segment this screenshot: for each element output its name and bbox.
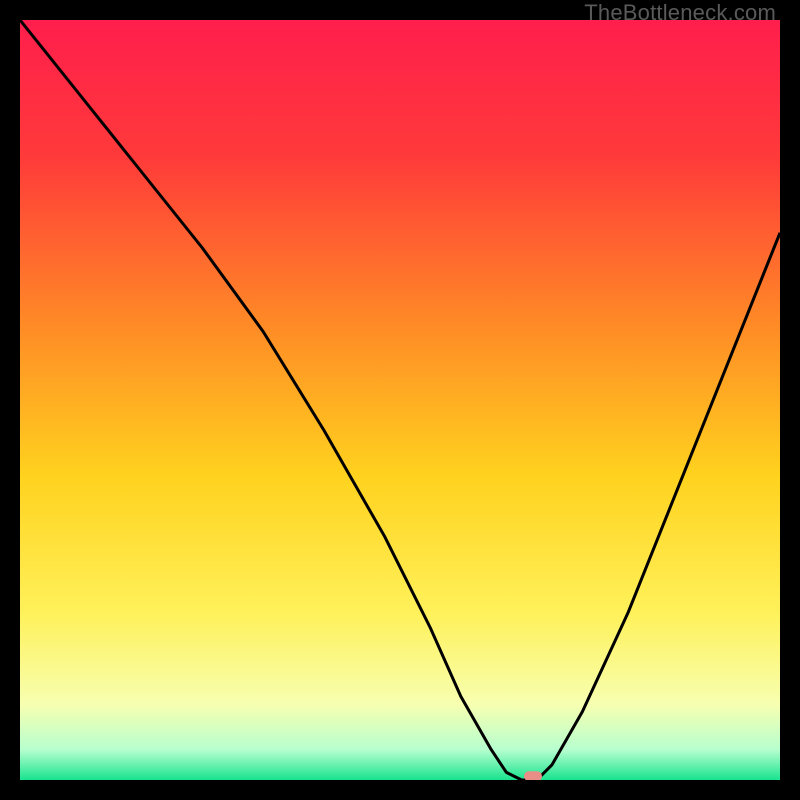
gradient-background — [20, 20, 780, 780]
chart-frame: TheBottleneck.com — [0, 0, 800, 800]
optimum-marker — [524, 771, 542, 780]
plot-area — [20, 20, 780, 780]
watermark-text: TheBottleneck.com — [584, 0, 776, 26]
bottleneck-chart — [20, 20, 780, 780]
